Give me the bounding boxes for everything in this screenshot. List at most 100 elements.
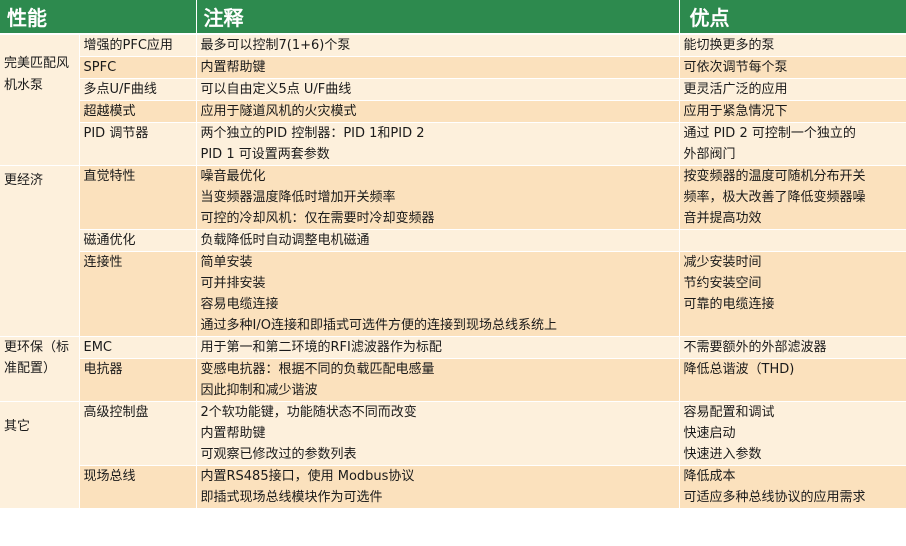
notes-cell: 简单安装 可并排安装 容易电缆连接 通过多种I/O连接和即插式可选件方便的连接到…: [196, 251, 680, 337]
note-line: 内置帮助键: [200, 426, 266, 441]
benefit-line: 可靠的电缆连接: [683, 297, 775, 312]
benefits-cell: 降低总谐波（THD): [679, 358, 906, 402]
notes-cell: 应用于隧道风机的火灾模式: [196, 100, 680, 123]
notes-cell: 变感电抗器：根据不同的负载匹配电感量 因此抑制和减少谐波: [196, 358, 680, 402]
table-row: 现场总线 内置RS485接口，使用 Modbus协议 即插式现场总线模块作为可选…: [0, 465, 906, 509]
table-row: 超越模式 应用于隧道风机的火灾模式 应用于紧急情况下: [0, 100, 906, 123]
feature-cell: 增强的PFC应用: [79, 34, 197, 57]
note-line: 变感电抗器：根据不同的负载匹配电感量: [200, 362, 435, 377]
note-line: 噪音最优化: [200, 169, 266, 184]
benefit-line: 降低总谐波（THD): [683, 362, 795, 377]
benefit-line: 节约安装空间: [683, 276, 762, 291]
notes-cell: 负载降低时自动调整电机磁通: [196, 229, 680, 252]
benefits-cell: 可依次调节每个泵: [679, 56, 906, 79]
note-line: 可控的冷却风机：仅在需要时冷却变频器: [200, 211, 435, 226]
table-row: PID 调节器 两个独立的PID 控制器：PID 1和PID 2 PID 1 可…: [0, 122, 906, 166]
feature-cell: 直觉特性: [79, 165, 197, 230]
benefit-line: 应用于紧急情况下: [683, 104, 788, 119]
benefit-line: 容易配置和调试: [683, 405, 775, 420]
feature-cell: 现场总线: [79, 465, 197, 509]
feature-cell: SPFC: [79, 56, 197, 79]
notes-cell: 2个软功能键，功能随状态不同而改变 内置帮助键 可观察已修改过的参数列表: [196, 401, 680, 466]
benefit-line: 减少安装时间: [683, 255, 762, 270]
category-label: 完美匹配风机水泵: [4, 56, 70, 93]
benefit-line: 频率，极大改善了降低变频器噪: [683, 190, 866, 205]
note-line: 用于第一和第二环境的RFI滤波器作为标配: [200, 340, 442, 355]
benefit-line: 可依次调节每个泵: [683, 60, 788, 75]
benefit-line: 降低成本: [683, 469, 736, 484]
note-line: 最多可以控制7(1+6)个泵: [200, 38, 351, 53]
notes-cell: 最多可以控制7(1+6)个泵: [196, 34, 680, 57]
header-benefits: 优点: [679, 0, 906, 35]
feature-cell: 电抗器: [79, 358, 197, 402]
note-line: 可观察已修改过的参数列表: [200, 447, 357, 462]
feature-cell: PID 调节器: [79, 122, 197, 166]
table-row: 磁通优化 负载降低时自动调整电机磁通: [0, 229, 906, 252]
category-label: 更环保（标准配置）: [4, 340, 70, 376]
table-row: 连接性 简单安装 可并排安装 容易电缆连接 通过多种I/O连接和即插式可选件方便…: [0, 251, 906, 337]
benefits-cell: 能切换更多的泵: [679, 34, 906, 57]
table-row: 其它 高级控制盘 2个软功能键，功能随状态不同而改变 内置帮助键 可观察已修改过…: [0, 401, 906, 509]
benefits-cell: 不需要额外的外部滤波器: [679, 336, 906, 359]
note-line: 负载降低时自动调整电机磁通: [200, 233, 370, 248]
benefit-line: 快速启动: [683, 426, 736, 441]
benefit-line: 快速进入参数: [683, 447, 762, 462]
category-cell: 更环保（标准配置）: [0, 336, 80, 402]
benefits-cell: [679, 229, 906, 252]
notes-cell: 内置帮助键: [196, 56, 680, 79]
feature-cell: 高级控制盘: [79, 401, 197, 466]
note-line: 容易电缆连接: [200, 297, 279, 312]
table-row: 更环保（标准配置） EMC 用于第一和第二环境的RFI滤波器作为标配 不需要额外…: [0, 336, 906, 402]
benefits-cell: 应用于紧急情况下: [679, 100, 906, 123]
table-row: 更经济 直觉特性 噪音最优化 当变频器温度降低时增加开关频率 可控的冷却风机：仅…: [0, 165, 906, 337]
benefits-cell: 容易配置和调试 快速启动 快速进入参数: [679, 401, 906, 466]
category-label: 其它: [4, 419, 31, 434]
note-line: 通过多种I/O连接和即插式可选件方便的连接到现场总线系统上: [200, 318, 557, 333]
table-row: 完美匹配风机水泵 增强的PFC应用 最多可以控制7(1+6)个泵 能切换更多的泵: [0, 34, 906, 166]
note-line: 可并排安装: [200, 276, 266, 291]
table-row: 电抗器 变感电抗器：根据不同的负载匹配电感量 因此抑制和减少谐波 降低总谐波（T…: [0, 358, 906, 402]
header-performance: 性能: [0, 0, 197, 35]
feature-cell: EMC: [79, 336, 197, 359]
note-line: 当变频器温度降低时增加开关频率: [200, 190, 396, 205]
note-line: 应用于隧道风机的火灾模式: [200, 104, 357, 119]
feature-cell: 多点U/F曲线: [79, 78, 197, 101]
benefits-cell: 减少安装时间 节约安装空间 可靠的电缆连接: [679, 251, 906, 337]
note-line: 内置RS485接口，使用 Modbus协议: [200, 469, 415, 484]
benefits-cell: 更灵活广泛的应用: [679, 78, 906, 101]
category-cell: 其它: [0, 401, 80, 509]
note-line: 简单安装: [200, 255, 253, 270]
notes-cell: 用于第一和第二环境的RFI滤波器作为标配: [196, 336, 680, 359]
benefits-cell: 通过 PID 2 可控制一个独立的 外部阀门: [679, 122, 906, 166]
benefit-line: 可适应多种总线协议的应用需求: [683, 490, 866, 505]
table-row: 多点U/F曲线 可以自由定义5点 U/F曲线 更灵活广泛的应用: [0, 78, 906, 101]
features-table-container: 性能 注释 优点 完美匹配风机水泵 增强的PFC应用 最多可以控制7(1+6)个…: [0, 0, 906, 546]
header-notes: 注释: [196, 0, 680, 35]
benefits-cell: 按变频器的温度可随机分布开关 频率，极大改善了降低变频器噪 音并提高功效: [679, 165, 906, 230]
table-header-row: 性能 注释 优点: [0, 0, 906, 35]
benefits-cell: 降低成本 可适应多种总线协议的应用需求: [679, 465, 906, 509]
table-row: SPFC 内置帮助键 可依次调节每个泵: [0, 56, 906, 79]
notes-cell: 内置RS485接口，使用 Modbus协议 即插式现场总线模块作为可选件: [196, 465, 680, 509]
benefit-line: 外部阀门: [683, 147, 736, 162]
note-line: 2个软功能键，功能随状态不同而改变: [200, 405, 417, 420]
note-line: 即插式现场总线模块作为可选件: [200, 490, 383, 505]
benefit-line: 更灵活广泛的应用: [683, 82, 788, 97]
note-line: 内置帮助键: [200, 60, 266, 75]
features-table: 性能 注释 优点 完美匹配风机水泵 增强的PFC应用 最多可以控制7(1+6)个…: [0, 0, 906, 509]
note-line: 两个独立的PID 控制器：PID 1和PID 2: [200, 126, 425, 141]
feature-cell: 磁通优化: [79, 229, 197, 252]
benefit-line: 通过 PID 2 可控制一个独立的: [683, 126, 856, 141]
benefit-line: 不需要额外的外部滤波器: [683, 340, 827, 355]
category-cell: 更经济: [0, 165, 80, 337]
note-line: 可以自由定义5点 U/F曲线: [200, 82, 352, 97]
benefit-line: 按变频器的温度可随机分布开关: [683, 169, 866, 184]
note-line: 因此抑制和减少谐波: [200, 383, 318, 398]
feature-cell: 超越模式: [79, 100, 197, 123]
notes-cell: 噪音最优化 当变频器温度降低时增加开关频率 可控的冷却风机：仅在需要时冷却变频器: [196, 165, 680, 230]
category-label: 更经济: [4, 173, 44, 188]
feature-cell: 连接性: [79, 251, 197, 337]
notes-cell: 两个独立的PID 控制器：PID 1和PID 2 PID 1 可设置两套参数: [196, 122, 680, 166]
benefit-line: 音并提高功效: [683, 211, 762, 226]
category-cell: 完美匹配风机水泵: [0, 34, 80, 166]
